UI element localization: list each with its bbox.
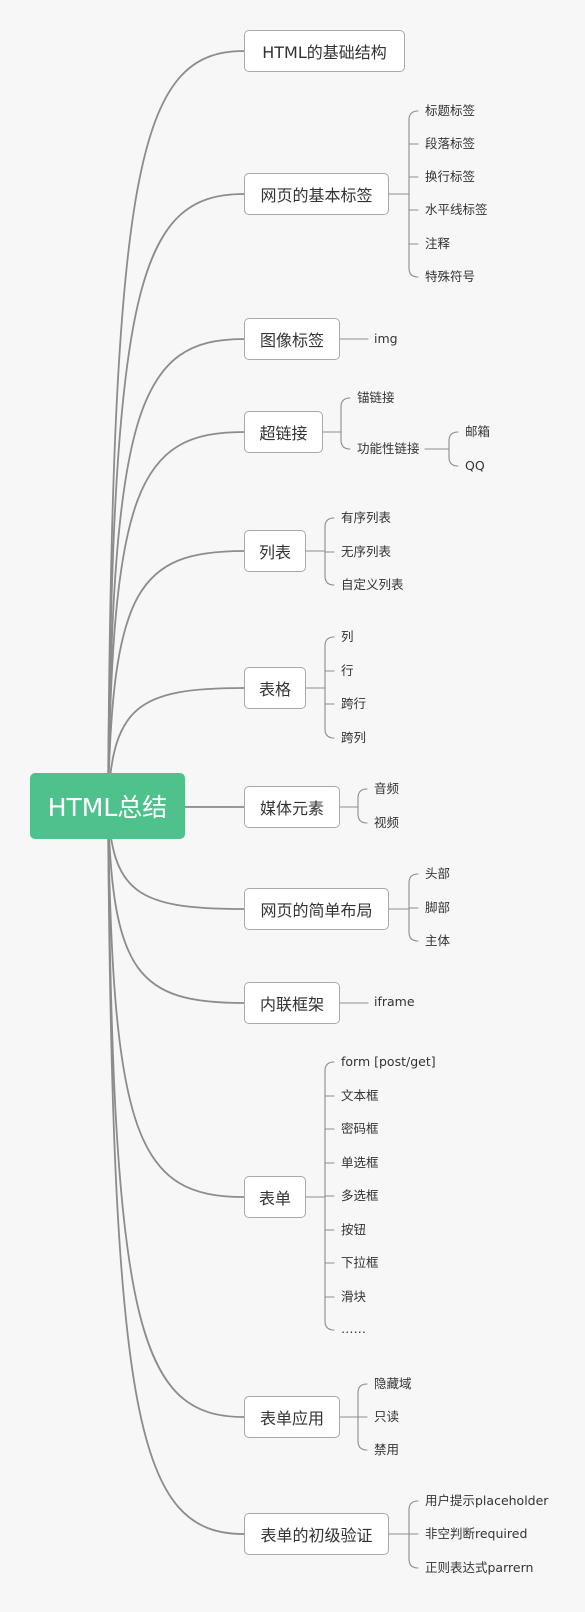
leaf-password-input: 密码框 <box>341 1121 379 1136</box>
leaf-qq: QQ <box>465 458 485 473</box>
connector-root-branch-2 <box>107 338 245 807</box>
bracket-functional-link-leafline-1 <box>448 456 459 467</box>
connector-root-branch-4 <box>107 550 245 807</box>
leaf-heading-tag: 标题标签 <box>425 103 476 118</box>
leaf-column: 列 <box>341 629 354 644</box>
branch-node-iframe[interactable]: 内联框架 <box>244 982 340 1024</box>
leaf-colspan: 跨列 <box>341 730 367 745</box>
leaf-linebreak-tag: 换行标签 <box>425 169 476 184</box>
branch-label: 网页的简单布局 <box>260 901 373 920</box>
branch-label: 列表 <box>258 543 291 562</box>
branch-label: 表格 <box>258 680 291 699</box>
bracket-form-leafline-8 <box>324 1320 335 1331</box>
leaf-radio: 单选框 <box>341 1155 379 1170</box>
leaf-form-method: form [post/get] <box>341 1054 436 1069</box>
leaf-video: 视频 <box>374 815 400 830</box>
bracket-form-validation-leafline-2 <box>408 1558 419 1569</box>
branch-label: 超链接 <box>259 424 308 443</box>
branch-node-list[interactable]: 列表 <box>244 530 306 572</box>
bracket-basic-tags-leafline-0 <box>408 110 419 121</box>
branch-label: 表单的初级验证 <box>260 1526 373 1545</box>
leaf-hidden-field: 隐藏域 <box>374 1376 412 1391</box>
leaf-button: 按钮 <box>341 1222 367 1237</box>
branch-label: HTML的基础结构 <box>262 43 387 62</box>
leaf-main: 主体 <box>425 933 451 948</box>
branch-node-media[interactable]: 媒体元素 <box>244 786 340 828</box>
branch-node-form[interactable]: 表单 <box>244 1176 306 1218</box>
leaf-rowspan: 跨行 <box>341 696 367 711</box>
leaf-header: 头部 <box>425 866 451 881</box>
leaf-hr-tag: 水平线标签 <box>425 202 488 217</box>
bracket-form-usage-leafline-2 <box>357 1440 368 1451</box>
branch-node-layout[interactable]: 网页的简单布局 <box>244 888 389 930</box>
leaf-ordered-list: 有序列表 <box>341 510 392 525</box>
bracket-form-usage-leafline-0 <box>357 1383 368 1394</box>
leaf-checkbox: 多选框 <box>341 1188 379 1203</box>
leaf-disabled: 禁用 <box>374 1442 400 1457</box>
leaf-comment: 注释 <box>425 236 451 251</box>
bracket-list-leafline-2 <box>324 575 335 586</box>
leaf-slider: 滑块 <box>341 1289 367 1304</box>
bracket-functional-link-leafline-0 <box>448 431 459 442</box>
leaf-footer: 脚部 <box>425 900 451 915</box>
branch-label: 内联框架 <box>259 995 324 1014</box>
bracket-layout-leafline-0 <box>408 873 419 884</box>
leaf-paragraph-tag: 段落标签 <box>425 136 476 151</box>
branch-label: 图像标签 <box>259 331 324 350</box>
branch-node-image-tag[interactable]: 图像标签 <box>244 318 340 360</box>
connector-root-branch-11 <box>107 805 245 1535</box>
bracket-media-leafline-0 <box>357 788 368 799</box>
leaf-row: 行 <box>341 663 354 678</box>
leaf-pattern: 正则表达式parrern <box>425 1560 534 1575</box>
leaf-placeholder: 用户提示placeholder <box>425 1493 549 1508</box>
bracket-table-leafline-3 <box>324 728 335 739</box>
bracket-media-leafline-1 <box>357 813 368 824</box>
branch-node-hyperlink[interactable]: 超链接 <box>244 411 323 453</box>
branch-label: 表单 <box>258 1189 291 1208</box>
leaf-special-symbol: 特殊符号 <box>425 269 476 284</box>
leaf-unordered-list: 无序列表 <box>341 544 392 559</box>
bracket-list-leafline-0 <box>324 517 335 528</box>
branch-node-form-validation[interactable]: 表单的初级验证 <box>244 1513 389 1555</box>
connector-root-branch-9 <box>107 805 245 1198</box>
leaf-text-input: 文本框 <box>341 1088 379 1103</box>
bracket-form-validation-leafline-0 <box>408 1500 419 1511</box>
connector-root-branch-10 <box>107 805 245 1418</box>
leaf-iframe: iframe <box>374 994 415 1009</box>
branch-label: 网页的基本标签 <box>260 186 373 205</box>
bracket-basic-tags-leafline-5 <box>408 267 419 278</box>
leaf-definition-list: 自定义列表 <box>341 577 404 592</box>
bracket-form-leafline-0 <box>324 1061 335 1072</box>
leaf-readonly: 只读 <box>374 1409 400 1424</box>
bracket-hyperlink-leafline-0 <box>340 397 351 408</box>
bracket-layout-leafline-2 <box>408 931 419 942</box>
leaf-email: 邮箱 <box>465 424 491 439</box>
leaf-ellipsis: …… <box>341 1321 366 1336</box>
branch-node-basic-tags[interactable]: 网页的基本标签 <box>244 173 389 215</box>
bracket-hyperlink-leafline-1 <box>340 439 351 450</box>
branch-node-html-structure[interactable]: HTML的基础结构 <box>244 30 405 72</box>
leaf-functional-link: 功能性链接 <box>357 441 420 456</box>
bracket-table-leafline-0 <box>324 636 335 647</box>
leaf-anchor-link: 锚链接 <box>357 390 395 405</box>
leaf-select: 下拉框 <box>341 1255 379 1270</box>
branch-label: 媒体元素 <box>259 799 324 818</box>
root-node[interactable]: HTML总结 <box>30 773 185 839</box>
root-label: HTML总结 <box>47 793 168 822</box>
connector-root-branch-1 <box>107 193 245 807</box>
leaf-required: 非空判断required <box>425 1526 528 1541</box>
branch-node-form-usage[interactable]: 表单应用 <box>244 1396 340 1438</box>
branch-label: 表单应用 <box>259 1409 324 1428</box>
leaf-audio: 音频 <box>374 781 400 796</box>
branch-node-table[interactable]: 表格 <box>244 667 306 709</box>
leaf-img: img <box>374 331 398 346</box>
